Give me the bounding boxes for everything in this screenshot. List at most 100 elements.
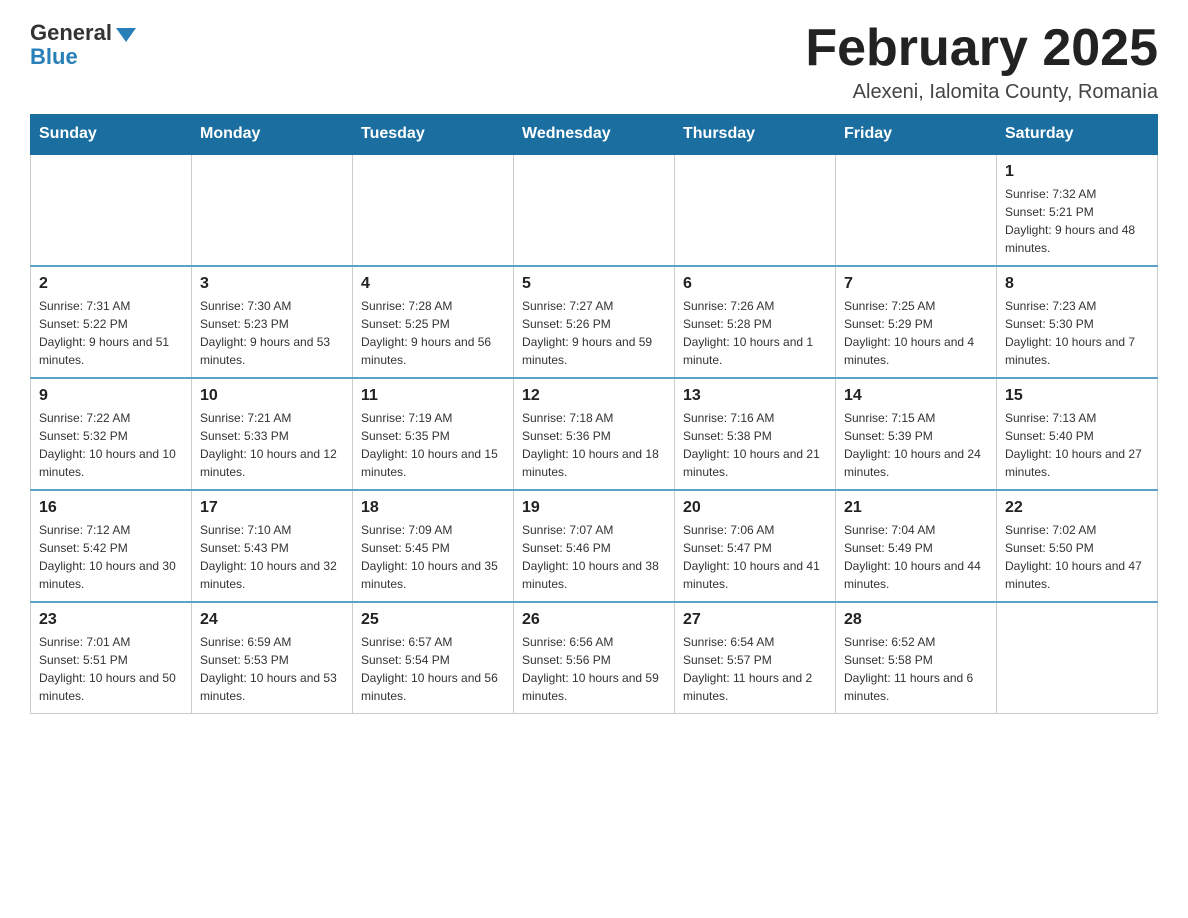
calendar-day-cell: 26 Sunrise: 6:56 AM Sunset: 5:56 PM Dayli… bbox=[514, 602, 675, 714]
calendar-day-cell: 18 Sunrise: 7:09 AM Sunset: 5:45 PM Dayli… bbox=[353, 490, 514, 602]
day-info: Sunrise: 7:23 AM Sunset: 5:30 PM Dayligh… bbox=[1005, 297, 1149, 369]
calendar-week-row: 9 Sunrise: 7:22 AM Sunset: 5:32 PM Daylig… bbox=[31, 378, 1158, 490]
day-number: 18 bbox=[361, 499, 505, 517]
calendar-week-row: 1 Sunrise: 7:32 AM Sunset: 5:21 PM Daylig… bbox=[31, 154, 1158, 266]
calendar-day-cell: 12 Sunrise: 7:18 AM Sunset: 5:36 PM Dayli… bbox=[514, 378, 675, 490]
day-number: 12 bbox=[522, 387, 666, 405]
day-number: 1 bbox=[1005, 163, 1149, 181]
day-info: Sunrise: 7:10 AM Sunset: 5:43 PM Dayligh… bbox=[200, 521, 344, 593]
day-info: Sunrise: 7:25 AM Sunset: 5:29 PM Dayligh… bbox=[844, 297, 988, 369]
day-number: 5 bbox=[522, 275, 666, 293]
calendar-day-cell: 13 Sunrise: 7:16 AM Sunset: 5:38 PM Dayli… bbox=[675, 378, 836, 490]
day-info: Sunrise: 7:06 AM Sunset: 5:47 PM Dayligh… bbox=[683, 521, 827, 593]
calendar-day-cell: 10Sunrise: 7:21 AM Sunset: 5:33 PM Dayli… bbox=[192, 378, 353, 490]
day-info: Sunrise: 6:52 AM Sunset: 5:58 PM Dayligh… bbox=[844, 633, 988, 705]
day-number: 21 bbox=[844, 499, 988, 517]
day-of-week-header: Thursday bbox=[675, 115, 836, 155]
day-info: Sunrise: 7:32 AM Sunset: 5:21 PM Dayligh… bbox=[1005, 185, 1149, 257]
day-number: 24 bbox=[200, 611, 344, 629]
day-info: Sunrise: 7:13 AM Sunset: 5:40 PM Dayligh… bbox=[1005, 409, 1149, 481]
day-number: 16 bbox=[39, 499, 183, 517]
day-info: Sunrise: 7:22 AM Sunset: 5:32 PM Dayligh… bbox=[39, 409, 183, 481]
calendar-day-cell bbox=[31, 154, 192, 266]
day-number: 13 bbox=[683, 387, 827, 405]
day-number: 19 bbox=[522, 499, 666, 517]
day-of-week-header: Tuesday bbox=[353, 115, 514, 155]
calendar-header-row: SundayMondayTuesdayWednesdayThursdayFrid… bbox=[31, 115, 1158, 155]
day-number: 4 bbox=[361, 275, 505, 293]
calendar-day-cell: 27 Sunrise: 6:54 AM Sunset: 5:57 PM Dayli… bbox=[675, 602, 836, 714]
day-info: Sunrise: 7:21 AM Sunset: 5:33 PM Dayligh… bbox=[200, 409, 344, 481]
month-title: February 2025 bbox=[805, 20, 1158, 77]
calendar-day-cell: 4 Sunrise: 7:28 AM Sunset: 5:25 PM Daylig… bbox=[353, 266, 514, 378]
day-info: Sunrise: 7:27 AM Sunset: 5:26 PM Dayligh… bbox=[522, 297, 666, 369]
calendar-day-cell bbox=[997, 602, 1158, 714]
logo-blue-text: Blue bbox=[30, 44, 78, 70]
calendar-day-cell: 11 Sunrise: 7:19 AM Sunset: 5:35 PM Dayli… bbox=[353, 378, 514, 490]
day-info: Sunrise: 7:01 AM Sunset: 5:51 PM Dayligh… bbox=[39, 633, 183, 705]
calendar-day-cell: 25 Sunrise: 6:57 AM Sunset: 5:54 PM Dayli… bbox=[353, 602, 514, 714]
day-info: Sunrise: 7:26 AM Sunset: 5:28 PM Dayligh… bbox=[683, 297, 827, 369]
day-number: 7 bbox=[844, 275, 988, 293]
calendar-day-cell bbox=[192, 154, 353, 266]
calendar-day-cell: 15Sunrise: 7:13 AM Sunset: 5:40 PM Dayli… bbox=[997, 378, 1158, 490]
day-info: Sunrise: 6:56 AM Sunset: 5:56 PM Dayligh… bbox=[522, 633, 666, 705]
calendar-day-cell: 20 Sunrise: 7:06 AM Sunset: 5:47 PM Dayli… bbox=[675, 490, 836, 602]
calendar-week-row: 16 Sunrise: 7:12 AM Sunset: 5:42 PM Dayli… bbox=[31, 490, 1158, 602]
calendar-day-cell: 16 Sunrise: 7:12 AM Sunset: 5:42 PM Dayli… bbox=[31, 490, 192, 602]
calendar-day-cell: 5 Sunrise: 7:27 AM Sunset: 5:26 PM Daylig… bbox=[514, 266, 675, 378]
day-number: 25 bbox=[361, 611, 505, 629]
day-number: 26 bbox=[522, 611, 666, 629]
day-info: Sunrise: 7:15 AM Sunset: 5:39 PM Dayligh… bbox=[844, 409, 988, 481]
day-info: Sunrise: 7:12 AM Sunset: 5:42 PM Dayligh… bbox=[39, 521, 183, 593]
day-number: 14 bbox=[844, 387, 988, 405]
calendar-day-cell bbox=[514, 154, 675, 266]
calendar-day-cell: 24Sunrise: 6:59 AM Sunset: 5:53 PM Dayli… bbox=[192, 602, 353, 714]
location-subtitle: Alexeni, Ialomita County, Romania bbox=[805, 81, 1158, 104]
calendar-day-cell: 21Sunrise: 7:04 AM Sunset: 5:49 PM Dayli… bbox=[836, 490, 997, 602]
calendar-day-cell: 1 Sunrise: 7:32 AM Sunset: 5:21 PM Daylig… bbox=[997, 154, 1158, 266]
calendar-day-cell: 2Sunrise: 7:31 AM Sunset: 5:22 PM Daylig… bbox=[31, 266, 192, 378]
day-number: 11 bbox=[361, 387, 505, 405]
day-info: Sunrise: 6:57 AM Sunset: 5:54 PM Dayligh… bbox=[361, 633, 505, 705]
calendar-day-cell bbox=[836, 154, 997, 266]
day-number: 6 bbox=[683, 275, 827, 293]
calendar-day-cell: 9 Sunrise: 7:22 AM Sunset: 5:32 PM Daylig… bbox=[31, 378, 192, 490]
calendar-day-cell: 17 Sunrise: 7:10 AM Sunset: 5:43 PM Dayli… bbox=[192, 490, 353, 602]
calendar-week-row: 2Sunrise: 7:31 AM Sunset: 5:22 PM Daylig… bbox=[31, 266, 1158, 378]
day-number: 28 bbox=[844, 611, 988, 629]
day-number: 17 bbox=[200, 499, 344, 517]
calendar-day-cell bbox=[353, 154, 514, 266]
page-header: General Blue February 2025 Alexeni, Ialo… bbox=[30, 20, 1158, 104]
title-section: February 2025 Alexeni, Ialomita County, … bbox=[805, 20, 1158, 104]
day-info: Sunrise: 7:19 AM Sunset: 5:35 PM Dayligh… bbox=[361, 409, 505, 481]
day-of-week-header: Wednesday bbox=[514, 115, 675, 155]
day-info: Sunrise: 7:30 AM Sunset: 5:23 PM Dayligh… bbox=[200, 297, 344, 369]
day-info: Sunrise: 6:54 AM Sunset: 5:57 PM Dayligh… bbox=[683, 633, 827, 705]
day-number: 20 bbox=[683, 499, 827, 517]
day-info: Sunrise: 7:09 AM Sunset: 5:45 PM Dayligh… bbox=[361, 521, 505, 593]
calendar-day-cell: 3 Sunrise: 7:30 AM Sunset: 5:23 PM Daylig… bbox=[192, 266, 353, 378]
day-number: 8 bbox=[1005, 275, 1149, 293]
day-of-week-header: Friday bbox=[836, 115, 997, 155]
calendar-day-cell: 28 Sunrise: 6:52 AM Sunset: 5:58 PM Dayli… bbox=[836, 602, 997, 714]
day-info: Sunrise: 7:07 AM Sunset: 5:46 PM Dayligh… bbox=[522, 521, 666, 593]
calendar-day-cell: 23 Sunrise: 7:01 AM Sunset: 5:51 PM Dayli… bbox=[31, 602, 192, 714]
calendar-day-cell: 14 Sunrise: 7:15 AM Sunset: 5:39 PM Dayli… bbox=[836, 378, 997, 490]
day-of-week-header: Monday bbox=[192, 115, 353, 155]
day-info: Sunrise: 7:02 AM Sunset: 5:50 PM Dayligh… bbox=[1005, 521, 1149, 593]
day-number: 3 bbox=[200, 275, 344, 293]
day-number: 9 bbox=[39, 387, 183, 405]
day-info: Sunrise: 7:16 AM Sunset: 5:38 PM Dayligh… bbox=[683, 409, 827, 481]
day-info: Sunrise: 7:31 AM Sunset: 5:22 PM Dayligh… bbox=[39, 297, 183, 369]
day-info: Sunrise: 7:28 AM Sunset: 5:25 PM Dayligh… bbox=[361, 297, 505, 369]
logo: General Blue bbox=[30, 20, 136, 70]
day-number: 23 bbox=[39, 611, 183, 629]
day-number: 22 bbox=[1005, 499, 1149, 517]
day-info: Sunrise: 7:18 AM Sunset: 5:36 PM Dayligh… bbox=[522, 409, 666, 481]
day-of-week-header: Sunday bbox=[31, 115, 192, 155]
calendar-day-cell: 19 Sunrise: 7:07 AM Sunset: 5:46 PM Dayli… bbox=[514, 490, 675, 602]
calendar-day-cell: 8 Sunrise: 7:23 AM Sunset: 5:30 PM Daylig… bbox=[997, 266, 1158, 378]
calendar-day-cell: 22 Sunrise: 7:02 AM Sunset: 5:50 PM Dayli… bbox=[997, 490, 1158, 602]
day-number: 27 bbox=[683, 611, 827, 629]
